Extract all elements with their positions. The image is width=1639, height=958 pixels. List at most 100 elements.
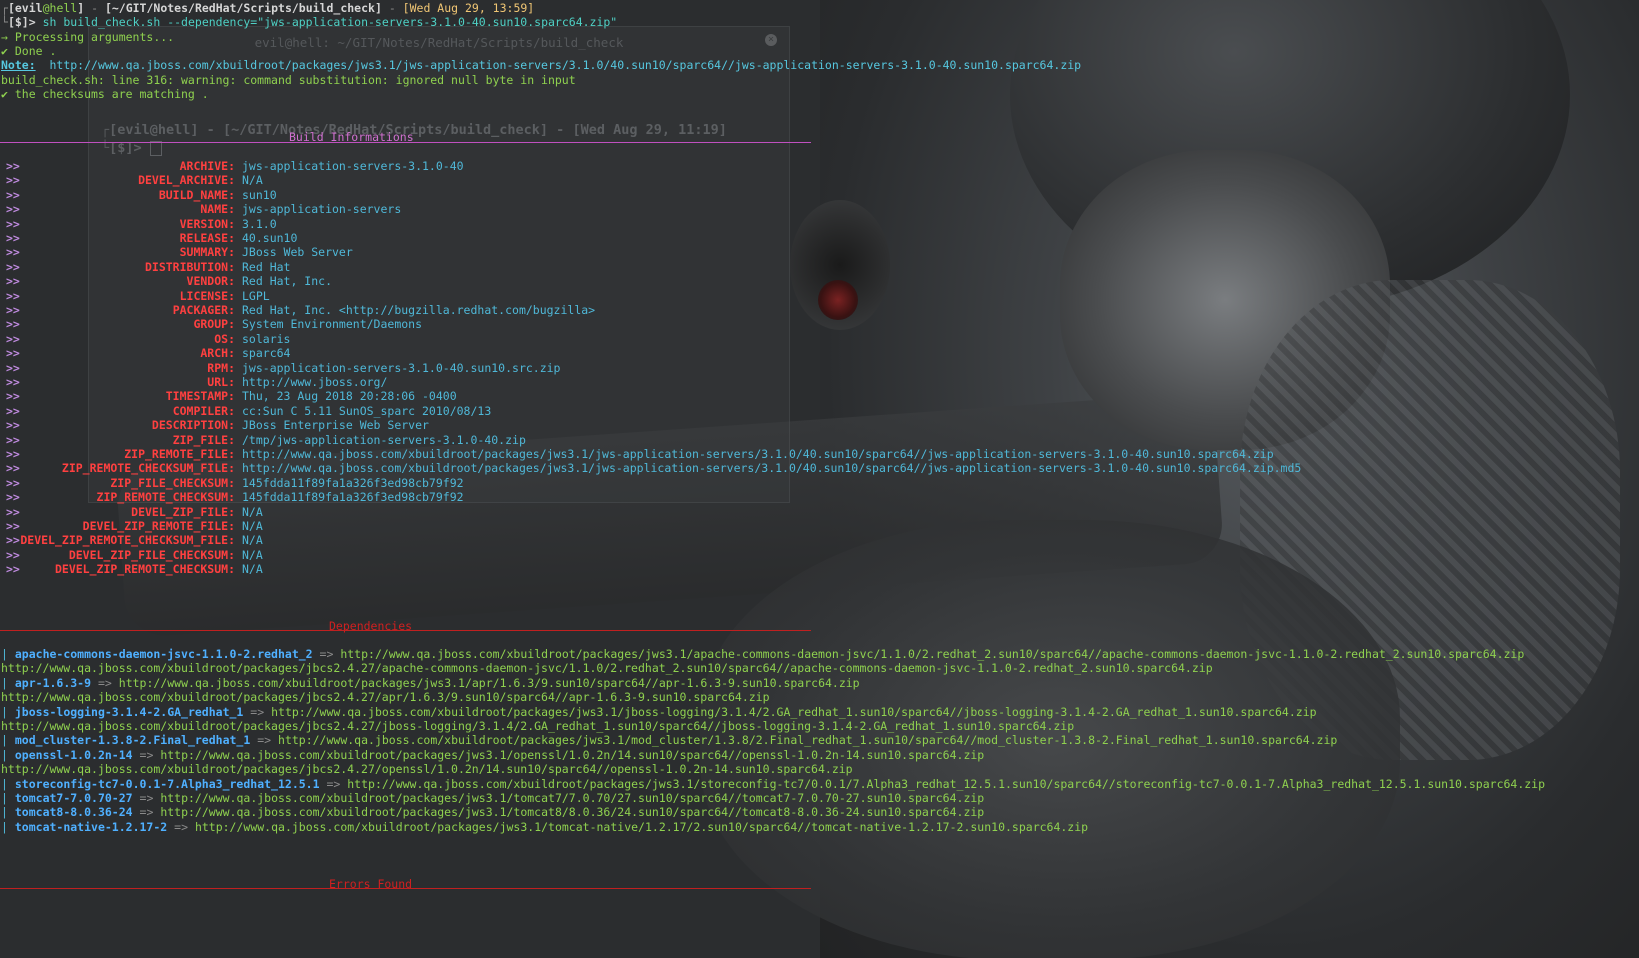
build-info-key: ZIP_REMOTE_CHECKSUM: <box>96 490 235 505</box>
dependency-pipe: | <box>1 675 8 690</box>
warning-message: build_check.sh: line 316: warning: comma… <box>1 73 576 87</box>
dependency-row: | apr-1.6.3-9 => http://www.qa.jboss.com… <box>1 676 860 691</box>
dependency-arrow: => <box>250 704 265 719</box>
dependency-arrow: => <box>257 733 272 748</box>
dependency-row: | tomcat-native-1.2.17-2 => http://www.q… <box>1 820 1088 835</box>
note-line: Note: http://www.qa.jboss.com/xbuildroot… <box>1 58 1081 73</box>
dependency-row: | storeconfig-tc7-0.0.1-7.Alpha3_redhat_… <box>1 777 1545 792</box>
build-info-key: BUILD_NAME: <box>158 187 235 202</box>
build-info-key: ZIP_REMOTE_FILE: <box>124 447 235 461</box>
dependencies-divider <box>0 630 811 631</box>
build-info-key: ZIP_FILE: <box>172 432 235 447</box>
build-info-value: 40.sun10 <box>242 231 298 245</box>
build-info-key: DEVEL_ZIP_FILE: <box>131 504 235 519</box>
build-info-key: VERSION: <box>179 216 235 231</box>
dependency-pipe: | <box>1 791 8 805</box>
dependency-arrow: => <box>139 791 154 805</box>
dependency-url[interactable]: http://www.qa.jboss.com/xbuildroot/packa… <box>160 748 984 762</box>
build-info-key: DEVEL_ARCHIVE: <box>138 173 235 188</box>
build-info-value: http://www.qa.jboss.com/xbuildroot/packa… <box>242 447 1274 461</box>
build-info-key: DEVEL_ZIP_FILE_CHECKSUM: <box>68 547 235 562</box>
build-info-key: RELEASE: <box>179 231 235 245</box>
build-info-value: N/A <box>242 504 263 519</box>
build-info-key: ZIP_REMOTE_CHECKSUM_FILE: <box>61 461 235 476</box>
dependency-pipe: | <box>1 819 8 834</box>
prompt-ps: [$]> <box>7 15 36 29</box>
dependency-name: tomcat8-8.0.36-24 <box>14 805 133 820</box>
build-info-key: SUMMARY: <box>179 245 235 260</box>
build-info-value: N/A <box>242 533 263 548</box>
build-info-value: JBoss Web Server <box>242 245 353 260</box>
build-info-value: jws-application-servers-3.1.0-40.sun10.s… <box>242 360 561 375</box>
build-info-key: ZIP_FILE_CHECKSUM: <box>110 475 235 490</box>
command-text: sh build_check.sh --dependency="jws-appl… <box>42 15 618 29</box>
dependency-arrow: => <box>97 675 112 690</box>
build-info-value: jws-application-servers-3.1.0-40 <box>242 159 464 173</box>
dependency-pipe: | <box>1 805 8 820</box>
dependency-pipe: | <box>1 747 8 762</box>
dependency-alt-url[interactable]: http://www.qa.jboss.com/xbuildroot/packa… <box>1 719 1074 734</box>
dependency-pipe: | <box>1 647 8 661</box>
dependency-pipe: | <box>1 704 8 719</box>
dependency-row: | tomcat8-8.0.36-24 => http://www.qa.jbo… <box>1 805 984 820</box>
build-info-key: DESCRIPTION: <box>151 418 235 433</box>
build-info-value: Thu, 23 Aug 2018 20:28:06 -0400 <box>242 389 457 404</box>
build-info-value: LGPL <box>242 288 270 303</box>
dependencies-title: Dependencies <box>329 619 413 633</box>
dependency-url[interactable]: http://www.qa.jboss.com/xbuildroot/packa… <box>160 791 984 805</box>
prompt-line: ┌[evil@hell] - [~/GIT/Notes/RedHat/Scrip… <box>1 1 535 15</box>
dependency-alt-url[interactable]: http://www.qa.jboss.com/xbuildroot/packa… <box>1 690 770 705</box>
dependency-url[interactable]: http://www.qa.jboss.com/xbuildroot/packa… <box>160 805 984 819</box>
dependency-pipe: | <box>1 733 8 748</box>
dependency-alt-url[interactable]: http://www.qa.jboss.com/xbuildroot/packa… <box>1 661 1213 676</box>
dependency-arrow: => <box>326 776 341 791</box>
dependency-url[interactable]: http://www.qa.jboss.com/xbuildroot/packa… <box>347 777 1545 791</box>
build-info-key: DEVEL_ZIP_REMOTE_CHECKSUM: <box>54 562 235 577</box>
dependency-name: tomcat-native-1.2.17-2 <box>14 819 168 834</box>
prompt-at: @ <box>42 1 50 15</box>
build-info-value: N/A <box>242 547 263 562</box>
build-info-value: solaris <box>242 331 291 346</box>
build-info-key: TIMESTAMP: <box>165 389 235 404</box>
build-info-key: DEVEL_ZIP_REMOTE_CHECKSUM_FILE: <box>20 533 235 548</box>
dependency-url[interactable]: http://www.qa.jboss.com/xbuildroot/packa… <box>278 733 1337 747</box>
build-info-value: N/A <box>242 519 263 533</box>
build-info-key: COMPILER: <box>172 403 235 418</box>
build-info-value: http://www.jboss.org/ <box>242 375 388 389</box>
build-info-key: DISTRIBUTION: <box>144 259 235 274</box>
errors-title: Errors Found <box>329 877 413 891</box>
prompt-path: [~/GIT/Notes/RedHat/Scripts/build_check] <box>104 1 382 15</box>
build-info-value: /tmp/jws-application-servers-3.1.0-40.zi… <box>242 432 526 447</box>
note-url[interactable]: http://www.qa.jboss.com/xbuildroot/packa… <box>49 58 1081 72</box>
checksum-message: ✔ the checksums are matching . <box>1 87 209 101</box>
build-info-value: sparc64 <box>242 346 291 361</box>
build-info-divider <box>0 142 811 143</box>
dependency-alt-url[interactable]: http://www.qa.jboss.com/xbuildroot/packa… <box>1 762 853 777</box>
dependency-url[interactable]: http://www.qa.jboss.com/xbuildroot/packa… <box>340 647 1524 661</box>
build-info-value: sun10 <box>242 187 277 202</box>
dependency-url[interactable]: http://www.qa.jboss.com/xbuildroot/packa… <box>119 676 860 690</box>
build-info-value: Red Hat, Inc. <http://bugzilla.redhat.co… <box>242 303 596 317</box>
done-message: ✔ Done . <box>1 44 57 58</box>
build-info-value: 145fdda11f89fa1a326f3ed98cb79f92 <box>242 490 464 505</box>
dependency-name: apr-1.6.3-9 <box>14 675 92 690</box>
terminal-output[interactable]: ┌[evil@hell] - [~/GIT/Notes/RedHat/Scrip… <box>0 0 1639 958</box>
dependency-arrow: => <box>139 747 154 762</box>
dependency-row: | openssl-1.0.2n-14 => http://www.qa.jbo… <box>1 748 984 763</box>
dependency-url[interactable]: http://www.qa.jboss.com/xbuildroot/packa… <box>195 820 1088 834</box>
build-info-value: Red Hat, Inc. <box>242 274 333 289</box>
dependency-name: tomcat7-7.0.70-27 <box>14 791 133 805</box>
note-label: Note: <box>1 58 36 72</box>
build-info-value: 3.1.0 <box>242 216 277 231</box>
dependency-name: jboss-logging-3.1.4-2.GA_redhat_1 <box>14 704 244 719</box>
build-info-value: cc:Sun C 5.11 SunOS_sparc 2010/08/13 <box>242 403 492 418</box>
build-info-value: Red Hat <box>242 259 291 274</box>
build-info-key: URL: <box>207 375 235 389</box>
build-info-key: LICENSE: <box>179 288 235 303</box>
build-info-key: VENDOR: <box>186 274 235 289</box>
dependency-arrow: => <box>174 819 188 834</box>
dependency-row: | tomcat7-7.0.70-27 => http://www.qa.jbo… <box>1 791 984 806</box>
build-info-key: PACKAGER: <box>172 303 235 317</box>
processing-message: → Processing arguments... <box>1 30 175 44</box>
dependency-url[interactable]: http://www.qa.jboss.com/xbuildroot/packa… <box>271 705 1316 719</box>
